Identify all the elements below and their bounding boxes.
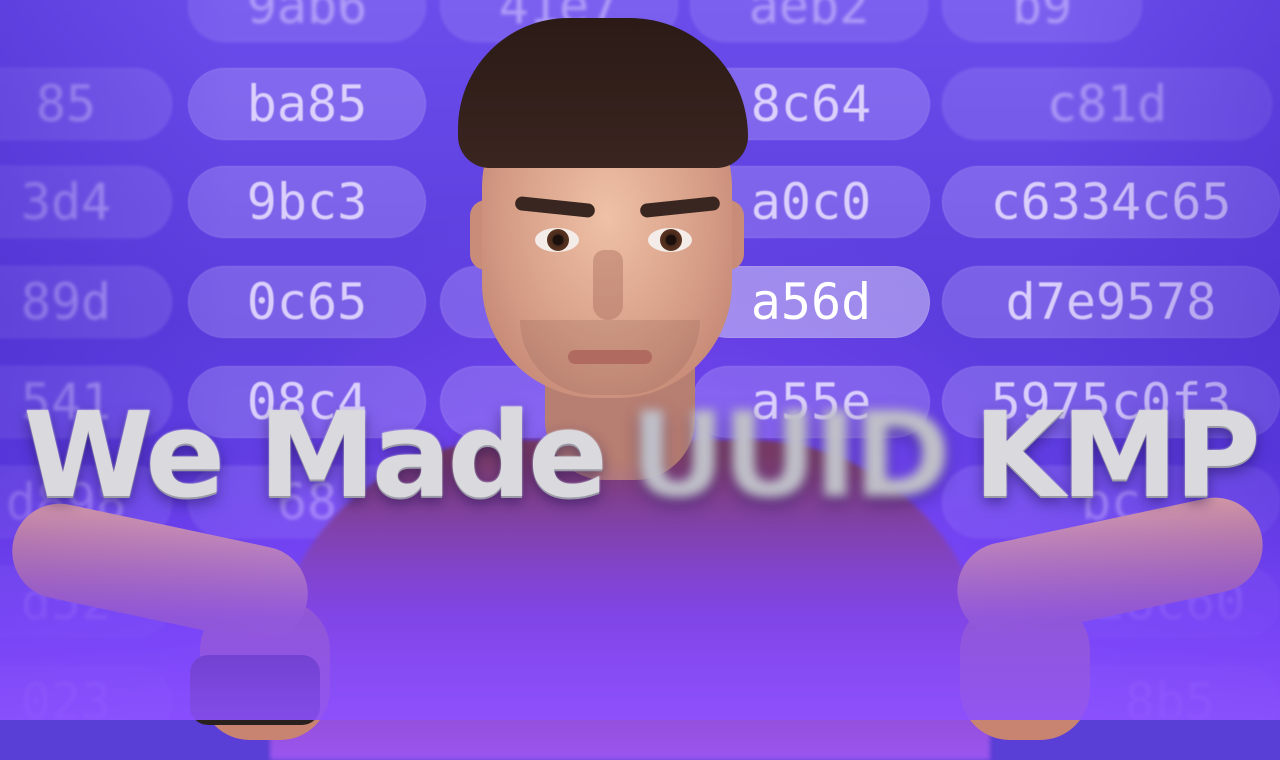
presenter-eye [648, 228, 692, 252]
title-text-uuid-blurred: UUID [629, 386, 951, 524]
title-text-kmp: KMP [973, 386, 1260, 524]
title-text-we-made: We Made [23, 386, 608, 524]
thumbnail-title: We Made UUID KMP [0, 385, 1280, 525]
presenter-nose [593, 250, 623, 320]
presenter-mouth [568, 350, 652, 364]
presenter-eye [535, 228, 579, 252]
presenter-hair [458, 18, 748, 168]
